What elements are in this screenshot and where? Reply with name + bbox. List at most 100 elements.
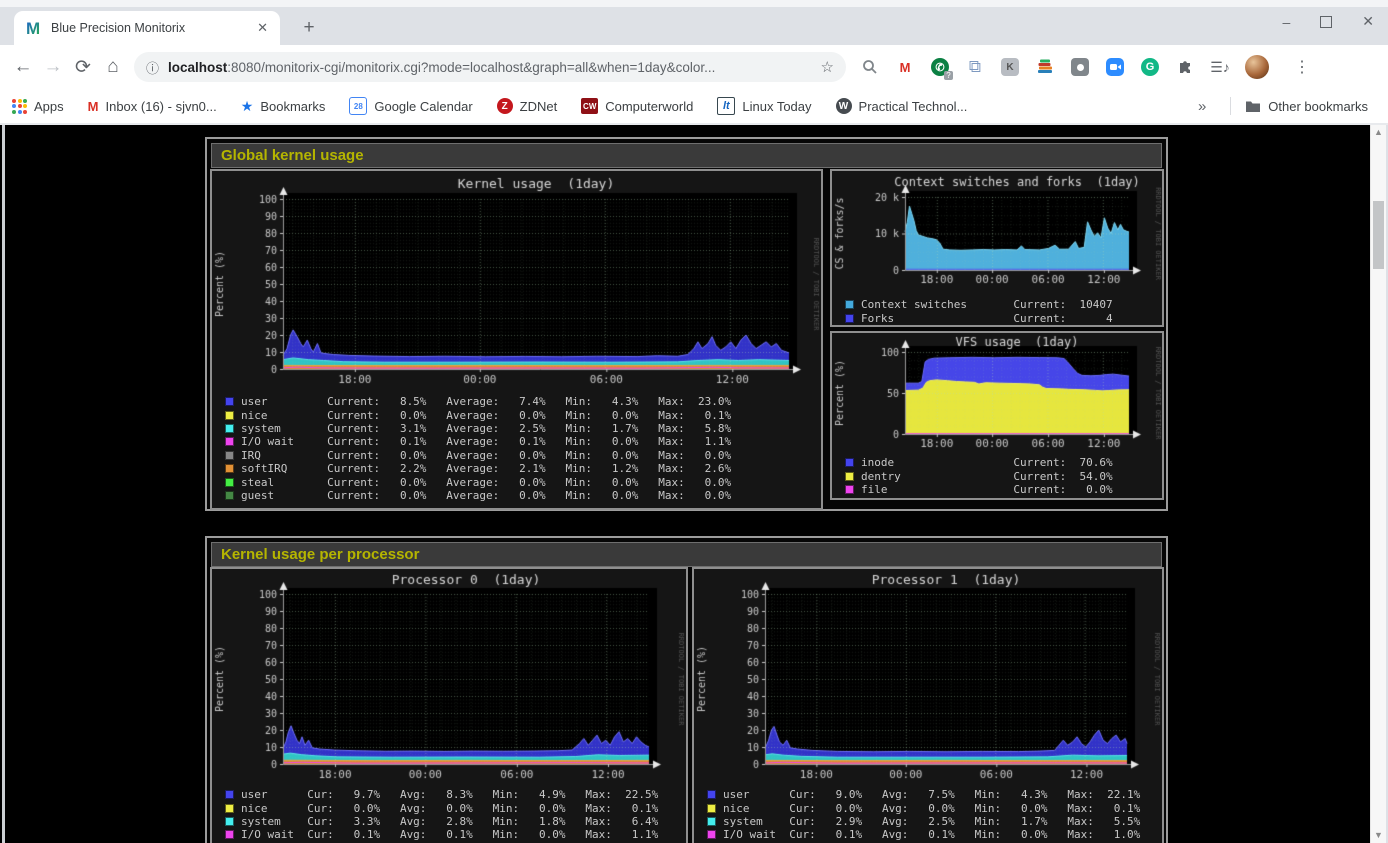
legend-text: inode Current: 70.6%	[861, 456, 1113, 469]
scroll-up-icon[interactable]: ▲	[1371, 125, 1386, 140]
search-icon[interactable]	[860, 57, 880, 77]
legend-text: IRQ Current: 0.0% Average: 0.0% Min: 0.0…	[241, 449, 731, 462]
bookmark-apps[interactable]: Apps	[12, 99, 64, 114]
legend-color-swatch	[225, 817, 234, 826]
graph-kernel-usage[interactable]: user Current: 8.5% Average: 7.4% Min: 4.…	[210, 169, 823, 510]
vfs-usage-chart[interactable]	[832, 333, 1162, 453]
bookmarks-overflow-chevron[interactable]: »	[1198, 98, 1206, 115]
legend-color-swatch	[845, 472, 854, 481]
new-tab-button[interactable]: +	[296, 17, 322, 39]
bookmark-bookmarks[interactable]: ★ Bookmarks	[241, 98, 326, 115]
other-bookmarks-button[interactable]: Other bookmarks	[1245, 99, 1368, 114]
processor-0-legend: user Cur: 9.7% Avg: 8.3% Min: 4.9% Max: …	[212, 785, 686, 842]
legend-text: guest Current: 0.0% Average: 0.0% Min: 0…	[241, 489, 731, 502]
url-bar[interactable]: ⓘ localhost:8080/monitorix-cgi/monitorix…	[134, 52, 846, 82]
legend-text: dentry Current: 54.0%	[861, 470, 1113, 483]
scrollbar-thumb[interactable]	[1373, 201, 1384, 269]
profile-avatar[interactable]	[1245, 55, 1269, 79]
gmail-icon[interactable]: M	[895, 57, 915, 77]
legend-color-swatch	[225, 830, 234, 839]
legend-color-swatch	[707, 830, 716, 839]
bookmark-inbox[interactable]: M Inbox (16) - sjvn0...	[88, 99, 217, 114]
legend-color-swatch	[225, 424, 234, 433]
legend-color-swatch	[845, 485, 854, 494]
legend-text: steal Current: 0.0% Average: 0.0% Min: 0…	[241, 476, 731, 489]
url-rest: :8080/monitorix-cgi/monitorix.cgi?mode=l…	[227, 60, 715, 75]
folder-icon	[1245, 100, 1261, 113]
bookmark-computerworld[interactable]: CW Computerworld	[581, 98, 693, 114]
browser-tab[interactable]: M Blue Precision Monitorix ✕	[14, 11, 280, 45]
legend-color-swatch	[225, 397, 234, 406]
copy-pages-icon[interactable]: ⧉	[965, 57, 985, 77]
zoom-video-icon[interactable]	[1105, 57, 1125, 77]
graph-context-switches[interactable]: Context switches Current: 10407Forks Cur…	[830, 169, 1164, 327]
legend-row: nice Current: 0.0% Average: 0.0% Min: 0.…	[225, 408, 821, 421]
forward-icon[interactable]: →	[38, 56, 68, 78]
browser-toolbar: ← → ⟳ ⌂ ⓘ localhost:8080/monitorix-cgi/m…	[0, 45, 1388, 89]
legend-row: guest Current: 0.0% Average: 0.0% Min: 0…	[225, 489, 821, 502]
legend-color-swatch	[707, 790, 716, 799]
site-info-icon[interactable]: ⓘ	[146, 58, 159, 77]
star-icon: ★	[241, 98, 254, 115]
processor-0-chart[interactable]	[212, 569, 686, 785]
reload-icon[interactable]: ⟳	[68, 56, 98, 79]
wordpress-icon: W	[836, 98, 852, 114]
legend-color-swatch	[225, 411, 234, 420]
media-list-icon[interactable]: ☰♪	[1210, 57, 1230, 77]
bookmark-google-calendar[interactable]: 28 Google Calendar	[349, 97, 472, 115]
legend-text: nice Cur: 0.0% Avg: 0.0% Min: 0.0% Max: …	[241, 802, 658, 815]
legend-text: system Cur: 2.9% Avg: 2.5% Min: 1.7% Max…	[723, 815, 1140, 828]
legend-row: Context switches Current: 10407	[845, 298, 1162, 311]
legend-row: IRQ Current: 0.0% Average: 0.0% Min: 0.0…	[225, 449, 821, 462]
legend-color-swatch	[225, 478, 234, 487]
kindle-icon[interactable]: K	[1000, 57, 1020, 77]
phone-extension-icon[interactable]: ✆ ?	[930, 57, 950, 77]
section-kernel-usage-per-processor: Kernel usage per processor user Cur: 9.7…	[205, 536, 1168, 843]
url-host: localhost	[168, 60, 227, 75]
section-title: Global kernel usage	[211, 143, 1162, 168]
browser-menu-icon[interactable]: ⋮	[1294, 57, 1310, 77]
legend-row: softIRQ Current: 2.2% Average: 2.1% Min:…	[225, 462, 821, 475]
legend-text: file Current: 0.0%	[861, 483, 1113, 496]
processor-1-legend: user Cur: 9.0% Avg: 7.5% Min: 4.3% Max: …	[694, 785, 1162, 842]
legend-row: system Cur: 3.3% Avg: 2.8% Min: 1.8% Max…	[225, 815, 686, 828]
close-icon[interactable]: ✕	[1362, 13, 1374, 30]
bookmark-practical-tech[interactable]: W Practical Technol...	[836, 98, 968, 114]
calendar-icon: 28	[349, 97, 367, 115]
maximize-icon[interactable]	[1320, 16, 1332, 28]
extensions-puzzle-icon[interactable]	[1175, 57, 1195, 77]
back-icon[interactable]: ←	[8, 56, 38, 78]
legend-color-swatch	[225, 451, 234, 460]
legend-row: dentry Current: 54.0%	[845, 469, 1162, 482]
scroll-down-icon[interactable]: ▼	[1371, 828, 1386, 843]
vertical-scrollbar[interactable]: ▲ ▼	[1370, 125, 1386, 843]
minimize-icon[interactable]: –	[1282, 14, 1290, 30]
context-switches-chart[interactable]	[832, 171, 1162, 295]
kernel-usage-chart[interactable]	[212, 171, 821, 392]
home-icon[interactable]: ⌂	[98, 56, 128, 78]
computerworld-icon: CW	[581, 98, 598, 114]
grammarly-icon[interactable]: G	[1140, 57, 1160, 77]
processor-1-chart[interactable]	[694, 569, 1162, 785]
books-stack-icon[interactable]	[1035, 57, 1055, 77]
legend-text: Forks Current: 4	[861, 312, 1113, 325]
graph-processor-0[interactable]: user Cur: 9.7% Avg: 8.3% Min: 4.9% Max: …	[210, 567, 688, 843]
tab-title: Blue Precision Monitorix	[51, 21, 253, 35]
bookmark-star-icon[interactable]: ☆	[821, 58, 834, 76]
bookmark-linux-today[interactable]: lt Linux Today	[717, 97, 811, 115]
tab-close-icon[interactable]: ✕	[253, 20, 272, 36]
legend-color-swatch	[845, 314, 854, 323]
lamp-extension-icon[interactable]	[1070, 57, 1090, 77]
legend-text: I/O wait Cur: 0.1% Avg: 0.1% Min: 0.0% M…	[723, 828, 1140, 841]
legend-row: file Current: 0.0%	[845, 483, 1162, 496]
bookmark-zdnet[interactable]: Z ZDNet	[497, 98, 558, 114]
legend-text: system Cur: 3.3% Avg: 2.8% Min: 1.8% Max…	[241, 815, 658, 828]
legend-row: I/O wait Cur: 0.1% Avg: 0.1% Min: 0.0% M…	[225, 828, 686, 841]
graph-vfs-usage[interactable]: inode Current: 70.6%dentry Current: 54.0…	[830, 331, 1164, 500]
legend-text: system Current: 3.1% Average: 2.5% Min: …	[241, 422, 731, 435]
zdnet-icon: Z	[497, 98, 513, 114]
monitorix-favicon: M	[26, 20, 42, 36]
legend-row: steal Current: 0.0% Average: 0.0% Min: 0…	[225, 475, 821, 488]
context-switches-legend: Context switches Current: 10407Forks Cur…	[832, 295, 1162, 325]
graph-processor-1[interactable]: user Cur: 9.0% Avg: 7.5% Min: 4.3% Max: …	[692, 567, 1164, 843]
